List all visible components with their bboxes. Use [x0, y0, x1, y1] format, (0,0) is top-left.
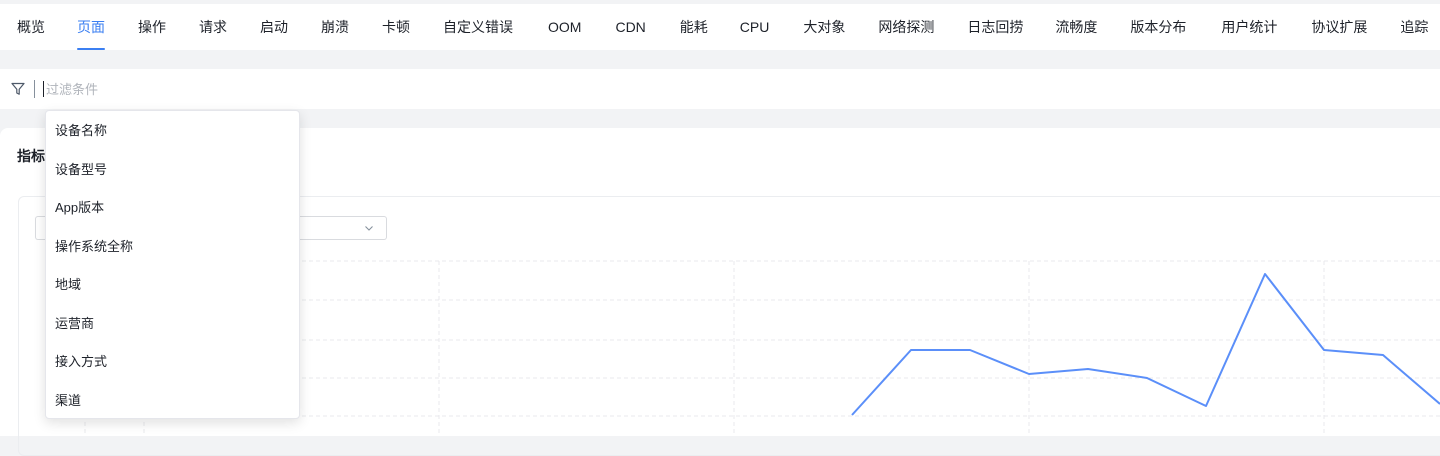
tab-action[interactable]: 操作	[138, 4, 166, 50]
tab-network-probe[interactable]: 网络探测	[878, 4, 934, 50]
panel-title: 指标	[17, 148, 45, 164]
tab-lag[interactable]: 卡顿	[382, 4, 410, 50]
filter-bar	[0, 69, 1440, 109]
dropdown-option-carrier[interactable]: 运营商	[46, 305, 299, 344]
tab-cpu[interactable]: CPU	[740, 4, 770, 50]
dropdown-option-device-model[interactable]: 设备型号	[46, 151, 299, 190]
dropdown-option-os-full-name[interactable]: 操作系统全称	[46, 228, 299, 267]
dropdown-option-device-name[interactable]: 设备名称	[46, 112, 299, 151]
tab-crash[interactable]: 崩溃	[321, 4, 349, 50]
tab-launch[interactable]: 启动	[260, 4, 288, 50]
tab-user-statistics[interactable]: 用户统计	[1221, 4, 1277, 50]
tab-trace[interactable]: 追踪	[1400, 4, 1428, 50]
tab-energy[interactable]: 能耗	[680, 4, 708, 50]
dropdown-option-access-method[interactable]: 接入方式	[46, 343, 299, 382]
tab-fluency[interactable]: 流畅度	[1055, 4, 1097, 50]
tab-log-retrieval[interactable]: 日志回捞	[967, 4, 1023, 50]
tab-request[interactable]: 请求	[199, 4, 227, 50]
tab-version-distribution[interactable]: 版本分布	[1130, 4, 1186, 50]
filter-field-dropdown: 设备名称 设备型号 App版本 操作系统全称 地域 运营商 接入方式 渠道	[45, 110, 300, 419]
top-tab-bar: 概览 页面 操作 请求 启动 崩溃 卡顿 自定义错误 OOM CDN 能耗 CP…	[0, 4, 1440, 50]
dropdown-option-app-version[interactable]: App版本	[46, 189, 299, 228]
dropdown-option-channel[interactable]: 渠道	[46, 382, 299, 421]
tab-oom[interactable]: OOM	[548, 4, 581, 50]
tab-page[interactable]: 页面	[77, 4, 105, 50]
filter-input[interactable]	[46, 79, 346, 99]
tab-cdn[interactable]: CDN	[615, 4, 645, 50]
dropdown-option-region[interactable]: 地域	[46, 266, 299, 305]
tab-overview[interactable]: 概览	[17, 4, 45, 50]
filter-divider	[34, 80, 35, 98]
tab-large-object[interactable]: 大对象	[803, 4, 845, 50]
chevron-down-icon[interactable]	[363, 222, 375, 234]
text-cursor	[43, 81, 44, 97]
tab-protocol-extension[interactable]: 协议扩展	[1311, 4, 1367, 50]
tab-custom-error[interactable]: 自定义错误	[443, 4, 513, 50]
filter-icon[interactable]	[10, 81, 26, 97]
